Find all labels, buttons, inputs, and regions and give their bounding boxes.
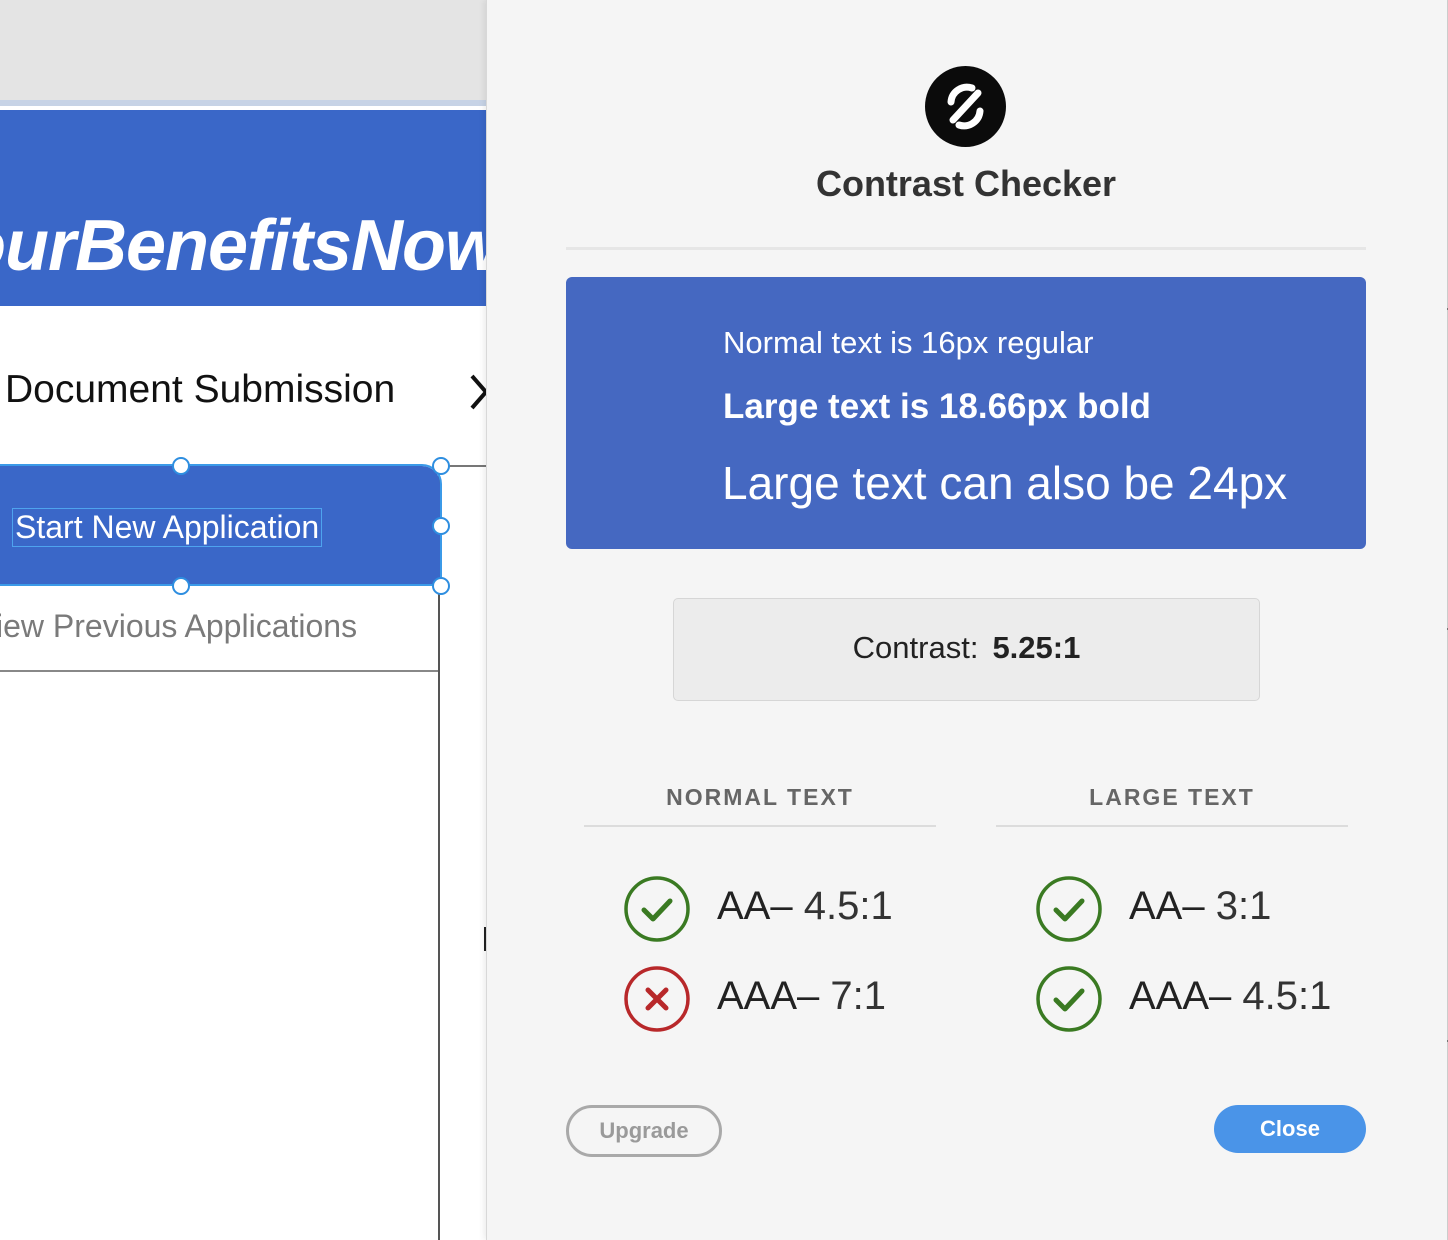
start-new-application-label[interactable]: Start New Application xyxy=(12,508,323,547)
result-separator: – xyxy=(770,884,793,928)
result-separator: – xyxy=(1209,974,1232,1018)
contrast-logo-icon xyxy=(925,66,1006,147)
preview-large-bold-text: Large text is 18.66px bold xyxy=(723,387,1151,426)
canvas-top-strip xyxy=(0,0,520,106)
close-button[interactable]: Close xyxy=(1214,1105,1366,1153)
result-level: AAA xyxy=(717,974,798,1018)
result-level: AAA xyxy=(1129,974,1210,1018)
selection-handle-bottom[interactable] xyxy=(172,577,190,595)
result-ratio: 7:1 xyxy=(830,974,887,1018)
result-level: AA xyxy=(717,884,771,928)
result-separator: – xyxy=(797,974,820,1018)
result-ratio: 3:1 xyxy=(1215,884,1272,928)
artboard[interactable] xyxy=(0,306,486,1240)
large-text-heading: LARGE TEXT xyxy=(1089,784,1255,810)
contrast-label: Contrast: xyxy=(852,630,979,665)
breadcrumb-title[interactable]: Document Submission xyxy=(5,368,395,412)
normal-text-divider xyxy=(584,825,936,827)
contrast-value: 5.25:1 xyxy=(992,630,1081,665)
check-circle-icon xyxy=(1036,876,1102,942)
menu-frame-edge xyxy=(438,670,440,1240)
result-ratio: 4.5:1 xyxy=(1242,974,1332,1018)
check-circle-icon xyxy=(1036,966,1102,1032)
check-circle-icon xyxy=(624,876,690,942)
result-ratio: 4.5:1 xyxy=(803,884,893,928)
result-normal-aa: AA– 4.5:1 xyxy=(624,876,924,942)
selection-handle-top[interactable] xyxy=(172,457,190,475)
upgrade-button[interactable]: Upgrade xyxy=(566,1105,722,1157)
normal-text-heading: NORMAL TEXT xyxy=(666,784,854,810)
result-level: AA xyxy=(1129,884,1183,928)
selection-handle-right[interactable] xyxy=(432,517,450,535)
banner-title: ourBenefitsNow xyxy=(0,206,500,286)
selection-handle-top-right[interactable] xyxy=(432,457,450,475)
panel-title: Contrast Checker xyxy=(815,163,1117,204)
result-separator: – xyxy=(1182,884,1205,928)
result-normal-aaa: AAA– 7:1 xyxy=(624,966,924,1032)
large-text-divider xyxy=(996,825,1348,827)
result-large-aa: AA– 3:1 xyxy=(1036,876,1366,942)
preview-normal-text: Normal text is 16px regular xyxy=(723,325,1094,360)
panel-divider xyxy=(566,247,1366,250)
selection-handle-bottom-right[interactable] xyxy=(432,577,450,595)
preview-large-text: Large text can also be 24px xyxy=(722,457,1288,509)
contrast-ratio: Contrast: 5.25:1 xyxy=(673,630,1260,666)
x-circle-icon xyxy=(624,966,690,1032)
result-large-aaa: AAA– 4.5:1 xyxy=(1036,966,1366,1032)
view-previous-applications-label[interactable]: iew Previous Applications xyxy=(0,608,357,645)
app-banner[interactable]: ourBenefitsNow xyxy=(0,110,500,306)
